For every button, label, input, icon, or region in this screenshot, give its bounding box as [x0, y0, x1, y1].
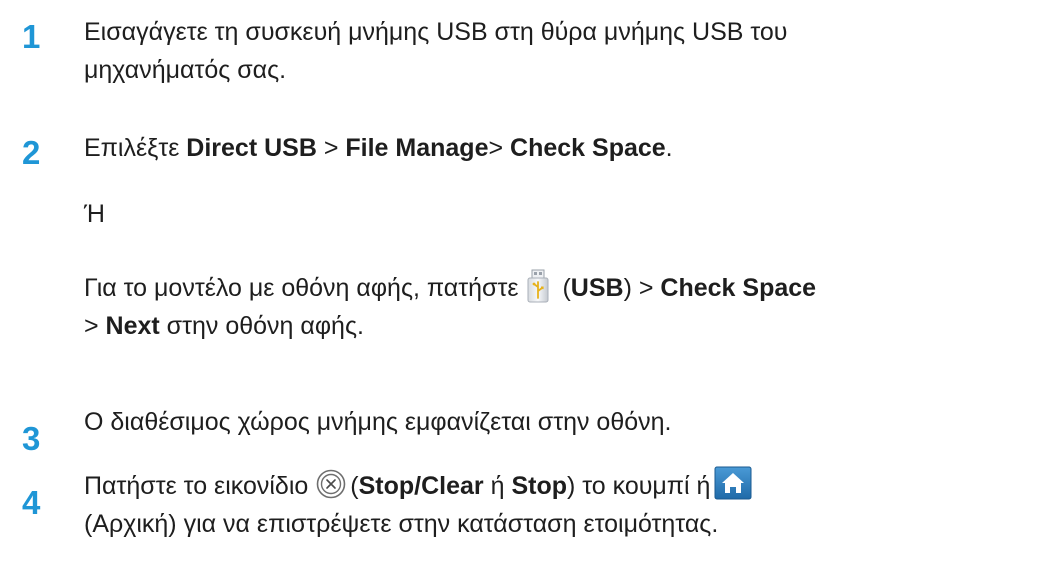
step-number: 3	[22, 420, 41, 457]
usb-memory-icon	[526, 269, 550, 303]
step-text-line: Πατήστε το εικονίδιο (Stop/Clear ή Stop)…	[84, 466, 752, 504]
menu-path-check-space: Check Space	[660, 274, 817, 302]
step-text-line: (Αρχική) για να επιστρέψετε στην κατάστα…	[84, 510, 719, 538]
menu-path-next: Next	[105, 312, 160, 340]
menu-path-direct-usb: Direct USB	[186, 134, 317, 162]
step-number: 2	[22, 134, 41, 171]
text: ) το κουμπί ή	[566, 472, 711, 500]
stop-clear-icon	[316, 469, 346, 499]
or-text: Ή	[84, 200, 105, 228]
text: Πατήστε το εικονίδιο	[84, 472, 309, 500]
text: .	[665, 134, 673, 162]
home-icon	[714, 466, 752, 500]
menu-path-file-manage: File Manage	[345, 134, 489, 162]
text: στην οθόνη αφής.	[159, 312, 364, 340]
step-number: 1	[22, 18, 41, 55]
step-text-line: Για το μοντέλο με οθόνη αφής, πατήστε (U	[84, 269, 817, 306]
separator: ) >	[623, 274, 661, 302]
separator: >	[316, 134, 346, 162]
text: (	[350, 472, 359, 500]
step-text-line: Επιλέξτε Direct USB > File Manage> Check…	[84, 130, 673, 166]
separator: >	[488, 134, 511, 162]
usb-label: USB	[570, 274, 624, 302]
text: Επιλέξτε	[84, 134, 187, 162]
stop-clear-label: Stop/Clear	[358, 472, 484, 500]
stop-label: Stop	[511, 472, 567, 500]
text: (	[562, 274, 571, 302]
text: Για το μοντέλο με οθόνη αφής, πατήστε	[84, 274, 519, 302]
step-text-line: > Next στην οθόνη αφής.	[84, 308, 364, 344]
step-text-line: Ο διαθέσιμος χώρος μνήμης εμφανίζεται στ…	[84, 408, 672, 436]
text: ή	[483, 472, 512, 500]
step-number: 4	[22, 484, 41, 521]
step-text-line: μηχανήματός σας.	[84, 56, 287, 84]
menu-path-check-space: Check Space	[510, 134, 666, 162]
separator: >	[84, 312, 106, 340]
step-text-line: Εισαγάγετε τη συσκευή μνήμης USB στη θύρ…	[84, 18, 788, 46]
